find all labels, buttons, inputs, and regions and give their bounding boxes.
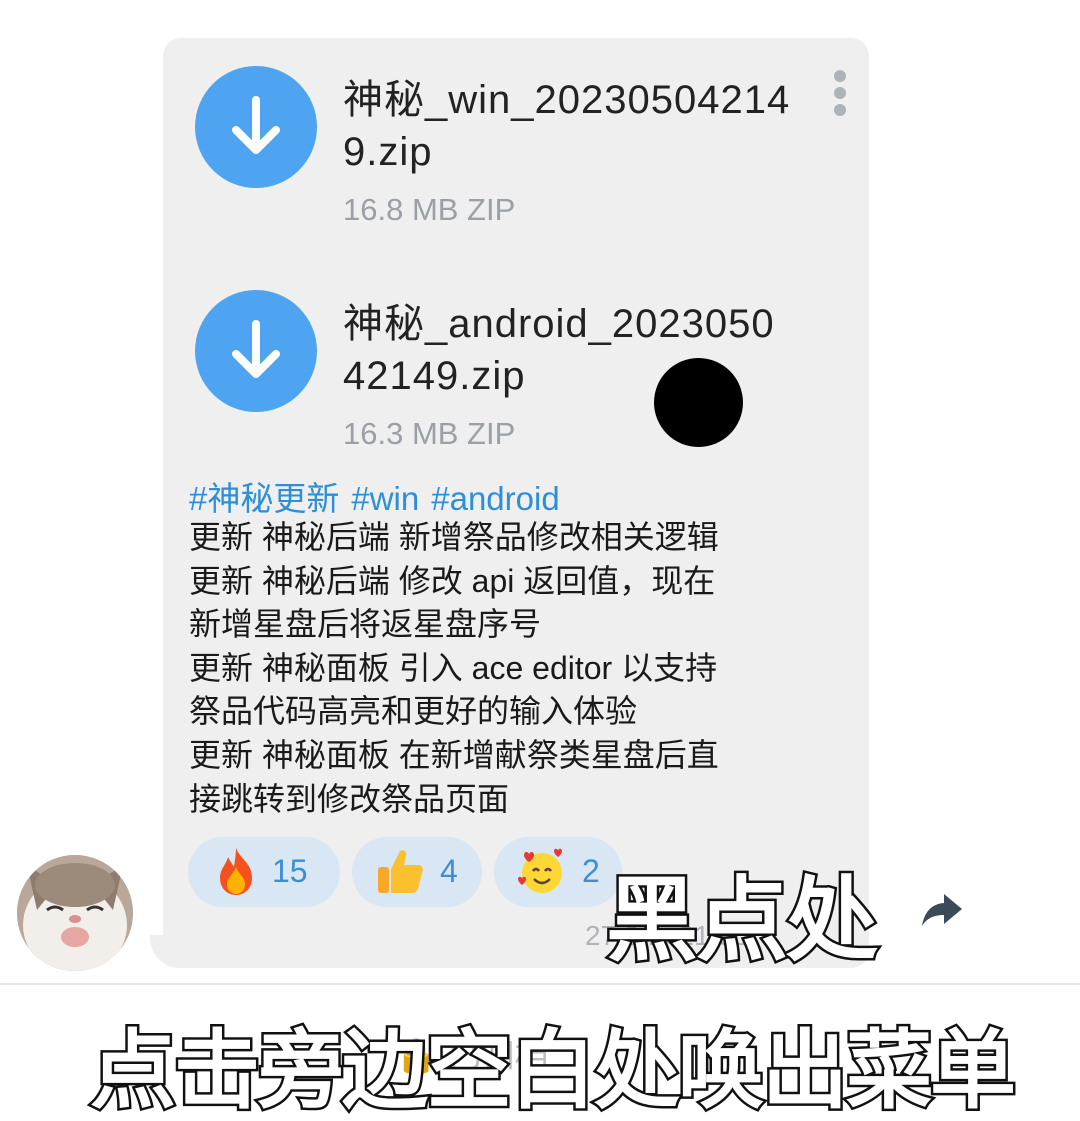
- download-arrow-icon: [232, 96, 280, 154]
- file-attachment-win[interactable]: 神秘_win_202305042149.zip 16.8 MB ZIP: [195, 66, 815, 246]
- reaction-count: 15: [272, 853, 308, 889]
- smiling-face-with-hearts-icon: [518, 848, 562, 893]
- overlay-caption-black-dot: 黑点处: [603, 865, 880, 977]
- bubble-tail: [150, 935, 180, 968]
- reaction-count: 4: [440, 853, 458, 889]
- reaction-count: 2: [582, 853, 600, 889]
- reaction-smiling-hearts[interactable]: 2: [494, 837, 622, 907]
- hashtag-link[interactable]: #android: [431, 480, 559, 517]
- cat-avatar-image: [17, 855, 133, 971]
- black-dot-marker: [654, 358, 743, 447]
- reaction-thumbs-up[interactable]: 4: [352, 837, 482, 907]
- hashtag-row: #神秘更新 #win #android: [189, 472, 572, 520]
- chat-screen: 神秘_win_202305042149.zip 16.8 MB ZIP 神秘_a…: [0, 0, 1080, 1121]
- download-button[interactable]: [195, 290, 317, 412]
- message-line: 新增星盘后将返星盘序号: [189, 606, 542, 643]
- message-line: 更新 神秘后端 修改 api 返回值，现在: [189, 562, 716, 599]
- forward-share-icon[interactable]: [916, 884, 966, 934]
- message-text: 更新 神秘后端 新增祭品修改相关逻辑 更新 神秘后端 修改 api 返回值，现在…: [189, 516, 829, 821]
- file-size: 16.8 MB ZIP: [343, 192, 516, 227]
- thumbs-up-icon: [378, 850, 423, 893]
- download-arrow-icon: [232, 320, 280, 378]
- message-line: 更新 神秘后端 新增祭品修改相关逻辑: [189, 519, 719, 555]
- download-button[interactable]: [195, 66, 317, 188]
- hashtag-link[interactable]: #神秘更新: [189, 480, 339, 517]
- fire-icon: [220, 848, 252, 895]
- message-line: 更新 神秘面板 引入 ace editor 以支持: [189, 649, 718, 686]
- input-divider: [0, 983, 1080, 985]
- message-line: 祭品代码高亮和更好的输入体验: [189, 693, 638, 730]
- reaction-fire[interactable]: 15: [188, 837, 340, 907]
- file-size: 16.3 MB ZIP: [343, 416, 516, 451]
- sender-avatar[interactable]: [17, 855, 133, 971]
- more-options-icon[interactable]: [826, 68, 856, 118]
- file-name: 神秘_win_202305042149.zip: [343, 78, 791, 174]
- overlay-caption-instruction: 点击旁边空白处唤出菜单: [88, 1019, 1019, 1121]
- message-line: 更新 神秘面板 在新增献祭类星盘后直: [189, 736, 719, 773]
- message-line: 接跳转到修改祭品页面: [189, 780, 510, 817]
- hashtag-link[interactable]: #win: [351, 480, 419, 517]
